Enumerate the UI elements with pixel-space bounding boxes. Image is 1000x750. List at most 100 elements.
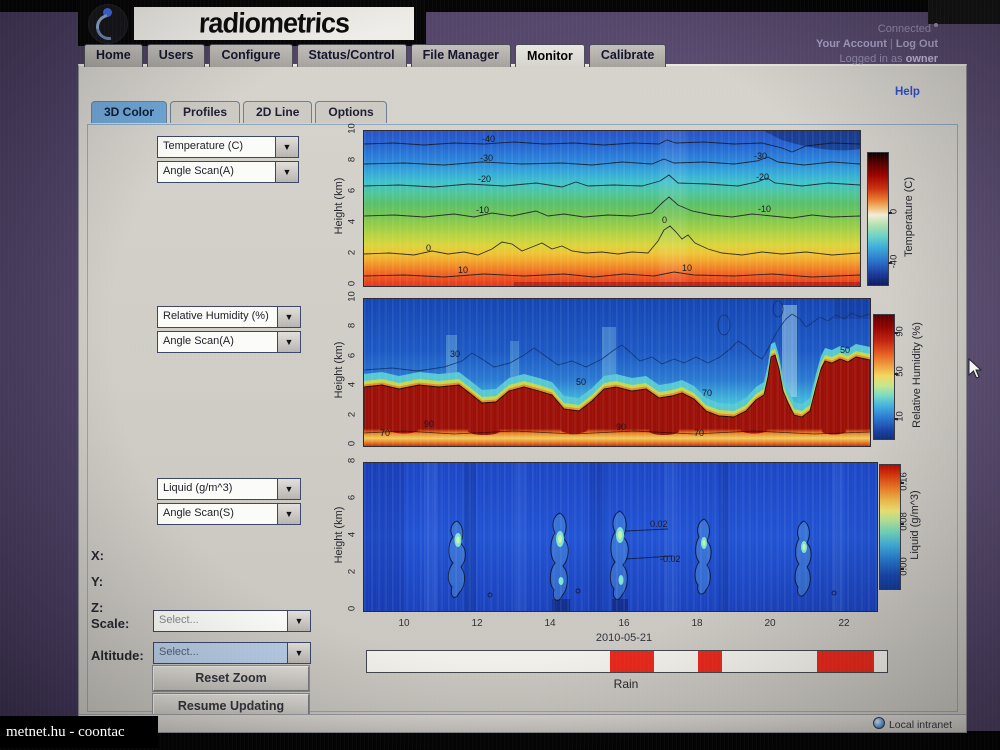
rh-ytick: 10 — [347, 286, 358, 308]
subtab-profiles[interactable]: Profiles — [170, 101, 240, 123]
your-account-link[interactable]: Your Account — [816, 38, 887, 50]
logo-text: radiometrics — [198, 7, 350, 40]
rh-cbar-label: Relative Humidity (%) — [911, 300, 923, 450]
view-subtabs: 3D Color Profiles 2D Line Options — [91, 101, 387, 123]
contour-labels: 0.02 -0.02 — [650, 519, 681, 564]
connection-dot-icon — [934, 23, 938, 27]
mouse-cursor-icon — [968, 358, 983, 385]
connection-status: Connected — [688, 22, 938, 37]
temp-cbar-tick: 0 — [889, 198, 900, 226]
temperature-heatmap[interactable]: -40 -30 -20 -10 0 10 -30 -20 -10 0 10 — [363, 130, 861, 287]
svg-text:50: 50 — [576, 377, 586, 387]
temp-cbar-label: Temperature (C) — [903, 162, 915, 272]
status-zone: Local intranet — [873, 717, 952, 731]
rh-cbar-tick: 10 — [895, 403, 906, 431]
svg-text:10: 10 — [458, 265, 468, 275]
logo-box: radiometrics — [134, 7, 414, 40]
liq-y-axis-label: Height (km) — [333, 495, 345, 575]
rain-label: Rain — [576, 677, 676, 691]
tab-file-manager[interactable]: File Manager — [411, 44, 511, 67]
liq-ytick: 0 — [347, 598, 358, 620]
liq-ytick: 6 — [347, 487, 358, 509]
rain-indicator-strip — [366, 650, 888, 673]
dropdown-arrow-icon[interactable]: ▼ — [275, 162, 298, 182]
tab-configure[interactable]: Configure — [209, 44, 292, 67]
svg-text:0.02: 0.02 — [650, 519, 668, 529]
x-coord-label: X: — [91, 548, 104, 563]
parameter-select-3[interactable]: Liquid (g/m^3) ▼ — [157, 478, 301, 500]
temp-cbar-tick: -40 — [889, 248, 900, 276]
parameter-select-1-value: Temperature (C) — [158, 137, 275, 157]
svg-text:-30: -30 — [480, 153, 493, 163]
scan-select-3-value: Angle Scan(S) — [158, 504, 277, 524]
parameter-select-2[interactable]: Relative Humidity (%) ▼ — [157, 306, 301, 328]
parameter-select-3-value: Liquid (g/m^3) — [158, 479, 277, 499]
humidity-colorbar — [873, 314, 895, 440]
tab-monitor[interactable]: Monitor — [515, 44, 585, 67]
subtab-3d-color[interactable]: 3D Color — [91, 101, 167, 123]
screen-photo: radiometrics Connected Your Account | Lo… — [0, 0, 1000, 750]
svg-text:-10: -10 — [476, 205, 489, 215]
dropdown-arrow-icon[interactable]: ▼ — [275, 137, 298, 157]
svg-text:70: 70 — [380, 428, 390, 438]
temperature-colorbar — [867, 152, 889, 286]
contour-labels: 30 50 50 70 70 70 90 90 — [380, 345, 850, 438]
liquid-heatmap[interactable]: 0.02 -0.02 — [363, 462, 878, 612]
rh-ytick: 2 — [347, 404, 358, 426]
help-link[interactable]: Help — [895, 86, 920, 98]
log-out-link[interactable]: Log Out — [896, 38, 938, 50]
liq-ytick: 4 — [347, 524, 358, 546]
svg-text:10: 10 — [682, 263, 692, 273]
scan-select-1[interactable]: Angle Scan(A) ▼ — [157, 161, 299, 183]
x-tick: 18 — [682, 618, 712, 629]
tab-users[interactable]: Users — [147, 44, 206, 67]
liq-cbar-tick: 0.08 — [899, 508, 910, 536]
svg-text:-20: -20 — [756, 172, 769, 182]
scan-select-2-value: Angle Scan(A) — [158, 332, 277, 352]
svg-text:70: 70 — [694, 428, 704, 438]
liq-ytick: 8 — [347, 450, 358, 472]
svg-text:90: 90 — [616, 422, 626, 432]
scan-select-2[interactable]: Angle Scan(A) ▼ — [157, 331, 301, 353]
svg-text:30: 30 — [450, 349, 460, 359]
x-tick: 12 — [462, 618, 492, 629]
tab-status-control[interactable]: Status/Control — [297, 44, 407, 67]
scale-select-value: Select... — [154, 611, 287, 631]
x-tick: 16 — [609, 618, 639, 629]
tab-home[interactable]: Home — [84, 44, 143, 67]
dropdown-arrow-icon[interactable]: ▼ — [287, 643, 310, 663]
browser-status-bar: Local intranet — [78, 714, 967, 733]
temp-ytick: 10 — [347, 118, 358, 140]
liq-cbar-tick: 0.00 — [899, 553, 910, 581]
reset-zoom-button[interactable]: Reset Zoom — [153, 666, 309, 691]
altitude-select[interactable]: Select... ▼ — [153, 642, 311, 664]
dropdown-arrow-icon[interactable]: ▼ — [277, 307, 300, 327]
dropdown-arrow-icon[interactable]: ▼ — [277, 479, 300, 499]
link-separator: | — [890, 38, 893, 50]
main-nav: Home Users Configure Status/Control File… — [84, 44, 666, 67]
dropdown-arrow-icon[interactable]: ▼ — [277, 332, 300, 352]
dropdown-arrow-icon[interactable]: ▼ — [277, 504, 300, 524]
x-tick: 20 — [755, 618, 785, 629]
svg-text:0: 0 — [426, 243, 431, 253]
subtab-2d-line[interactable]: 2D Line — [243, 101, 312, 123]
x-tick: 22 — [829, 618, 859, 629]
svg-text:50: 50 — [840, 345, 850, 355]
altitude-label: Altitude: — [91, 648, 144, 663]
x-tick: 14 — [535, 618, 565, 629]
temp-ytick: 6 — [347, 180, 358, 202]
humidity-heatmap[interactable]: 30 50 50 70 70 70 90 90 — [363, 298, 871, 447]
svg-text:-10: -10 — [758, 204, 771, 214]
scale-select[interactable]: Select... ▼ — [153, 610, 311, 632]
liq-cbar-tick: 0.16 — [899, 468, 910, 496]
radiometrics-logo-icon — [88, 4, 128, 44]
parameter-select-1[interactable]: Temperature (C) ▼ — [157, 136, 299, 158]
svg-text:70: 70 — [702, 388, 712, 398]
dropdown-arrow-icon[interactable]: ▼ — [287, 611, 310, 631]
tab-calibrate[interactable]: Calibrate — [589, 44, 667, 67]
logo-bar: radiometrics — [78, 0, 426, 46]
scan-select-3[interactable]: Angle Scan(S) ▼ — [157, 503, 301, 525]
rain-segment — [610, 651, 654, 672]
temp-ytick: 8 — [347, 149, 358, 171]
temp-ytick: 4 — [347, 211, 358, 233]
